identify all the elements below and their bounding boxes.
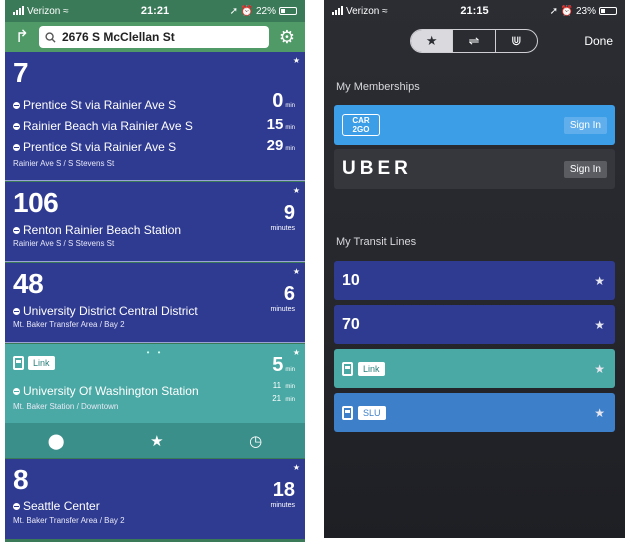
route-number: 7 [13,57,29,88]
stop-name: Mt. Baker Station / Downtown [13,402,119,411]
destination: Renton Rainier Beach Station [23,223,182,237]
tram-icon [13,356,24,370]
membership-car2go[interactable]: CAR 2GO Sign In [334,105,615,145]
departure-row: Rainier Beach via Rainier Ave S [13,119,193,133]
sign-in-button[interactable]: Sign In [563,160,607,178]
settings-tab-sliders-icon[interactable]: ⇌ [453,30,496,52]
search-input[interactable]: 2676 S McClellan St [39,26,269,48]
star-icon[interactable]: ★ [594,318,605,332]
clock-icon[interactable]: ◷ [249,432,262,450]
directions-icon[interactable]: ↱ [13,28,31,46]
line-label: Link [342,361,385,376]
route-number: 106 [13,187,59,218]
eta: 15 min [266,116,295,133]
transit-line-10[interactable]: 10 ★ [334,261,615,300]
destination: University District Central District [23,304,198,318]
direction-icon [13,387,20,395]
stop-name: Rainier Ave S / S Stevens St [13,159,115,168]
action-bar: ⬤ ★ ◷ [5,423,305,458]
status-bar: Verizon ≈ 21:21 ➚ ⏰ 22% [5,0,305,22]
route-header: Link [13,356,55,370]
battery-icon [279,6,297,15]
eta-2: 11 min [272,381,295,390]
favorite-star-icon[interactable]: ★ [293,56,300,65]
map-pin-icon[interactable]: ⬤ [48,432,65,450]
destination: Prentice St via Rainier Ave S [23,140,177,154]
direction-icon [13,226,20,234]
membership-uber[interactable]: UBER Sign In [334,149,615,189]
transit-line-slu[interactable]: SLU ★ [334,393,615,432]
route-card-link[interactable]: • • Link ★ University Of Washington Stat… [5,344,305,423]
star-icon[interactable]: ★ [150,432,163,450]
favorites-tab-star-icon[interactable]: ★ [411,30,454,52]
gear-icon[interactable]: ⚙ [277,27,297,47]
departure-row: Prentice St via Rainier Ave S [13,140,176,154]
stop-name: Rainier Ave S / S Stevens St [13,239,115,248]
eta: 6 minutes [270,283,295,313]
section-title-transit: My Transit Lines [336,236,417,248]
routes-tab-route-icon[interactable]: ⋓ [496,30,537,52]
favorite-star-icon[interactable]: ★ [293,267,300,276]
status-time: 21:15 [460,5,489,17]
car2go-logo: CAR 2GO [342,114,380,136]
line-number: 10 [342,271,360,289]
right-screen: Verizon ≈ 21:15 ➚ ⏰ 23% ★ ⇌ ⋓ Done My Me… [324,0,625,538]
destination: Prentice St via Rainier Ave S [23,98,177,112]
departure-row: Seattle Center [13,499,100,513]
stop-name: Mt. Baker Transfer Area / Bay 2 [13,516,125,525]
stop-name: Mt. Baker Transfer Area / Bay 2 [13,320,125,329]
star-icon[interactable]: ★ [594,406,605,420]
eta: 5 min [272,354,295,376]
departure-row: Prentice St via Rainier Ave S [13,98,176,112]
direction-icon [13,502,20,510]
route-badge: Link [28,356,55,370]
line-number: 70 [342,315,360,333]
eta: 0 min [272,90,295,112]
favorite-star-icon[interactable]: ★ [293,463,300,472]
route-number: 8 [13,464,29,495]
line-badge: SLU [358,405,386,420]
direction-icon [13,122,20,130]
section-title-memberships: My Memberships [336,81,420,93]
status-time: 21:21 [140,5,170,17]
star-icon[interactable]: ★ [594,362,605,376]
route-number: 48 [13,268,44,299]
battery-icon [599,6,617,15]
search-value: 2676 S McClellan St [62,30,175,44]
status-bar: Verizon ≈ 21:15 ➚ ⏰ 23% [324,0,625,22]
route-card-7[interactable]: 7 ★ Prentice St via Rainier Ave S 0 min R… [5,52,305,181]
departure-row: University Of Washington Station [13,384,199,398]
destination: University Of Washington Station [23,384,199,398]
segmented-control: ★ ⇌ ⋓ [410,29,538,53]
eta: 29 min [266,137,295,154]
eta: 18 minutes [270,479,295,509]
sign-in-button[interactable]: Sign In [563,116,607,134]
transit-line-link[interactable]: Link ★ [334,349,615,388]
direction-icon [13,143,20,151]
destination: Rainier Beach via Rainier Ave S [23,119,193,133]
route-card-48[interactable]: 48 ★ University District Central Distric… [5,263,305,343]
route-card-106[interactable]: 106 ★ Renton Rainier Beach Station Raini… [5,182,305,262]
line-badge: Link [358,361,385,376]
destination: Seattle Center [23,499,100,513]
transit-line-70[interactable]: 70 ★ [334,305,615,344]
route-card-8[interactable]: 8 ★ Seattle Center Mt. Baker Transfer Ar… [5,459,305,539]
departure-row: University District Central District [13,304,198,318]
direction-icon [13,307,20,315]
star-icon[interactable]: ★ [594,274,605,288]
departure-row: Renton Rainier Beach Station [13,223,181,237]
eta-3: 21 min [272,394,295,403]
uber-logo: UBER [342,158,412,179]
search-header: ↱ 2676 S McClellan St ⚙ [5,22,305,52]
left-screen: Verizon ≈ 21:21 ➚ ⏰ 22% ↱ 2676 S McClell… [5,0,305,542]
direction-icon [13,101,20,109]
favorite-star-icon[interactable]: ★ [293,186,300,195]
tram-icon [342,361,353,376]
eta: 9 minutes [270,202,295,232]
search-icon [45,31,56,43]
line-label: SLU [342,405,386,420]
tram-icon [342,405,353,420]
done-button[interactable]: Done [584,34,613,48]
